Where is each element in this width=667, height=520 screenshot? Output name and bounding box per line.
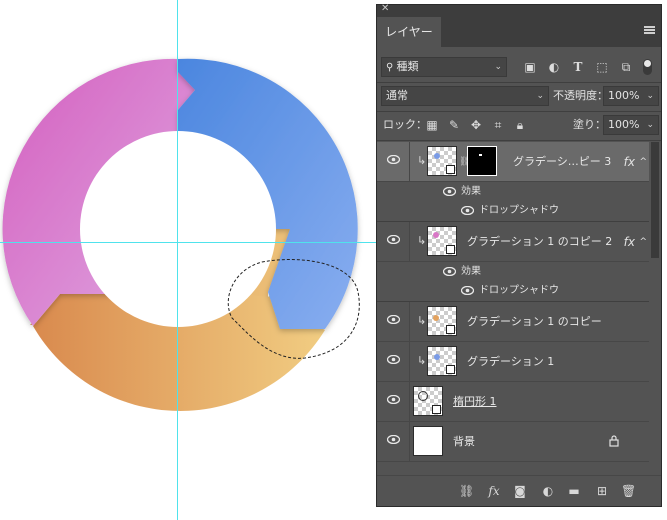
visibility-eye-icon[interactable]	[461, 206, 474, 215]
visibility-eye-icon[interactable]	[387, 315, 400, 324]
lock-transparent-icon[interactable]: ▦	[425, 118, 439, 132]
visibility-eye-icon[interactable]	[443, 187, 456, 196]
new-layer-icon[interactable]: ⊞	[595, 484, 609, 498]
close-panel-icon[interactable]: ✕	[381, 3, 389, 14]
layers-list: ↳ ⛓ グラデーシ…ピー 3 fx ^ 効果 ドロップシャドウ ↳ グラデーショ…	[377, 142, 661, 476]
filter-toggle[interactable]	[643, 59, 652, 75]
clipping-arrow-icon: ↳	[417, 154, 427, 167]
filter-row: ⚲ 種類 ⌄ ▣ ◐ T ⬚ ⧉	[377, 55, 661, 79]
layer-thumbnail	[413, 386, 443, 416]
lock-row: ロック： ▦ ✎ ✥ ⌗ 🔒︎ 塗り： 100% ⌄	[377, 114, 661, 138]
lock-paint-icon[interactable]: ✎	[447, 118, 461, 132]
lock-icon[interactable]	[609, 435, 619, 447]
trash-icon[interactable]: 🗑︎	[621, 484, 636, 498]
opacity-field[interactable]: 100% ⌄	[603, 86, 659, 106]
layer-thumbnail	[413, 426, 443, 456]
mask-icon[interactable]: ◙	[513, 484, 527, 498]
link-icon[interactable]: ⛓	[459, 484, 474, 498]
layer-name: 楕円形 1	[453, 395, 497, 408]
lock-all-icon[interactable]: 🔒︎	[513, 118, 527, 132]
panel-title-strip: ✕	[377, 3, 661, 17]
document-canvas[interactable]	[0, 0, 376, 520]
visibility-eye-icon[interactable]	[387, 395, 400, 404]
blend-mode-select[interactable]: 通常 ⌄	[381, 86, 549, 106]
blend-row: 通常 ⌄ 不透明度： 100% ⌄	[377, 85, 661, 109]
vertical-guide[interactable]	[177, 0, 178, 520]
divider	[377, 140, 661, 141]
layer-thumbnail	[427, 146, 457, 176]
layer-mask-thumbnail[interactable]	[467, 146, 497, 176]
effects-row[interactable]: 効果	[377, 262, 649, 281]
fill-field[interactable]: 100% ⌄	[603, 115, 659, 135]
adjustment-icon[interactable]: ◐	[541, 484, 555, 498]
lock-artboard-icon[interactable]: ⌗	[491, 118, 505, 132]
opacity-label: 不透明度：	[553, 89, 608, 102]
effects-label: 効果	[461, 266, 481, 277]
drop-shadow-row[interactable]: ドロップシャドウ	[377, 201, 649, 220]
panel-tab-bar: レイヤー	[377, 17, 661, 47]
layer-thumbnail	[427, 346, 457, 376]
image-filter-icon[interactable]: ▣	[523, 60, 537, 74]
layer-row-gradient[interactable]: ↳ グラデーション 1	[377, 342, 649, 382]
layer-row-gradient-copy[interactable]: ↳ グラデーション 1 のコピー	[377, 302, 649, 342]
effects-label: 効果	[461, 186, 481, 197]
layer-name: グラデーション 1 のコピー	[467, 315, 602, 328]
fill-label: 塗り：	[573, 118, 606, 131]
filter-kind-select[interactable]: ⚲ 種類 ⌄	[381, 57, 507, 77]
divider	[377, 111, 661, 112]
drop-shadow-label: ドロップシャドウ	[479, 205, 559, 216]
tab-layers[interactable]: レイヤー	[377, 17, 441, 47]
visibility-eye-icon[interactable]	[387, 235, 400, 244]
layers-scrollbar[interactable]	[651, 142, 659, 258]
chevron-up-icon[interactable]: ^	[639, 222, 647, 262]
divider	[377, 82, 661, 83]
layer-row-background[interactable]: 背景	[377, 422, 649, 462]
lock-label: ロック：	[383, 118, 427, 131]
visibility-eye-icon[interactable]	[443, 267, 456, 276]
adjustment-filter-icon[interactable]: ◐	[547, 60, 561, 74]
clipping-arrow-icon: ↳	[417, 354, 427, 367]
search-icon: ⚲	[386, 62, 397, 73]
chevron-down-icon: ⌄	[646, 120, 654, 130]
smartobject-filter-icon[interactable]: ⧉	[619, 60, 633, 74]
type-filter-icon[interactable]: T	[571, 60, 585, 74]
fx-icon[interactable]: fx	[487, 484, 501, 498]
drop-shadow-row[interactable]: ドロップシャドウ	[377, 281, 649, 300]
layers-bottom-toolbar: ⛓ fx ◙ ◐ ▬ ⊞ 🗑︎	[377, 475, 661, 506]
layer-name: 背景	[453, 435, 475, 448]
effects-row[interactable]: 効果	[377, 182, 649, 201]
layer-thumbnail	[427, 226, 457, 256]
lock-position-icon[interactable]: ✥	[469, 118, 483, 132]
visibility-eye-icon[interactable]	[387, 355, 400, 364]
chevron-down-icon: ⌄	[494, 62, 502, 72]
clipping-arrow-icon: ↳	[417, 234, 427, 247]
fx-icon[interactable]: fx	[624, 142, 635, 182]
clipping-arrow-icon: ↳	[417, 314, 427, 327]
layer-name: グラデーション 1	[467, 355, 555, 368]
layers-panel: ✕ レイヤー ⚲ 種類 ⌄ ▣ ◐ T ⬚ ⧉ 通常 ⌄ 不透明度： 100% …	[376, 3, 662, 507]
drop-shadow-label: ドロップシャドウ	[479, 285, 559, 296]
chevron-down-icon: ⌄	[536, 91, 544, 101]
layer-name: グラデーシ…ピー 3	[513, 155, 612, 168]
chevron-down-icon: ⌄	[646, 91, 654, 101]
layer-row-ellipse[interactable]: 楕円形 1	[377, 382, 649, 422]
visibility-eye-icon[interactable]	[461, 286, 474, 295]
donut-chart-artwork	[2, 58, 360, 411]
chevron-up-icon[interactable]: ^	[639, 142, 647, 182]
folder-icon[interactable]: ▬	[567, 484, 581, 498]
visibility-eye-icon[interactable]	[387, 435, 400, 444]
layer-name: グラデーション 1 のコピー 2	[467, 235, 613, 248]
panel-menu-icon[interactable]	[644, 26, 655, 34]
layer-row-gradient-copy-3[interactable]: ↳ ⛓ グラデーシ…ピー 3 fx ^	[377, 142, 649, 182]
horizontal-guide[interactable]	[0, 242, 376, 243]
visibility-eye-icon[interactable]	[387, 155, 400, 164]
layer-thumbnail	[427, 306, 457, 336]
layer-row-gradient-copy-2[interactable]: ↳ グラデーション 1 のコピー 2 fx ^	[377, 222, 649, 262]
shape-filter-icon[interactable]: ⬚	[595, 60, 609, 74]
fx-icon[interactable]: fx	[624, 222, 635, 262]
